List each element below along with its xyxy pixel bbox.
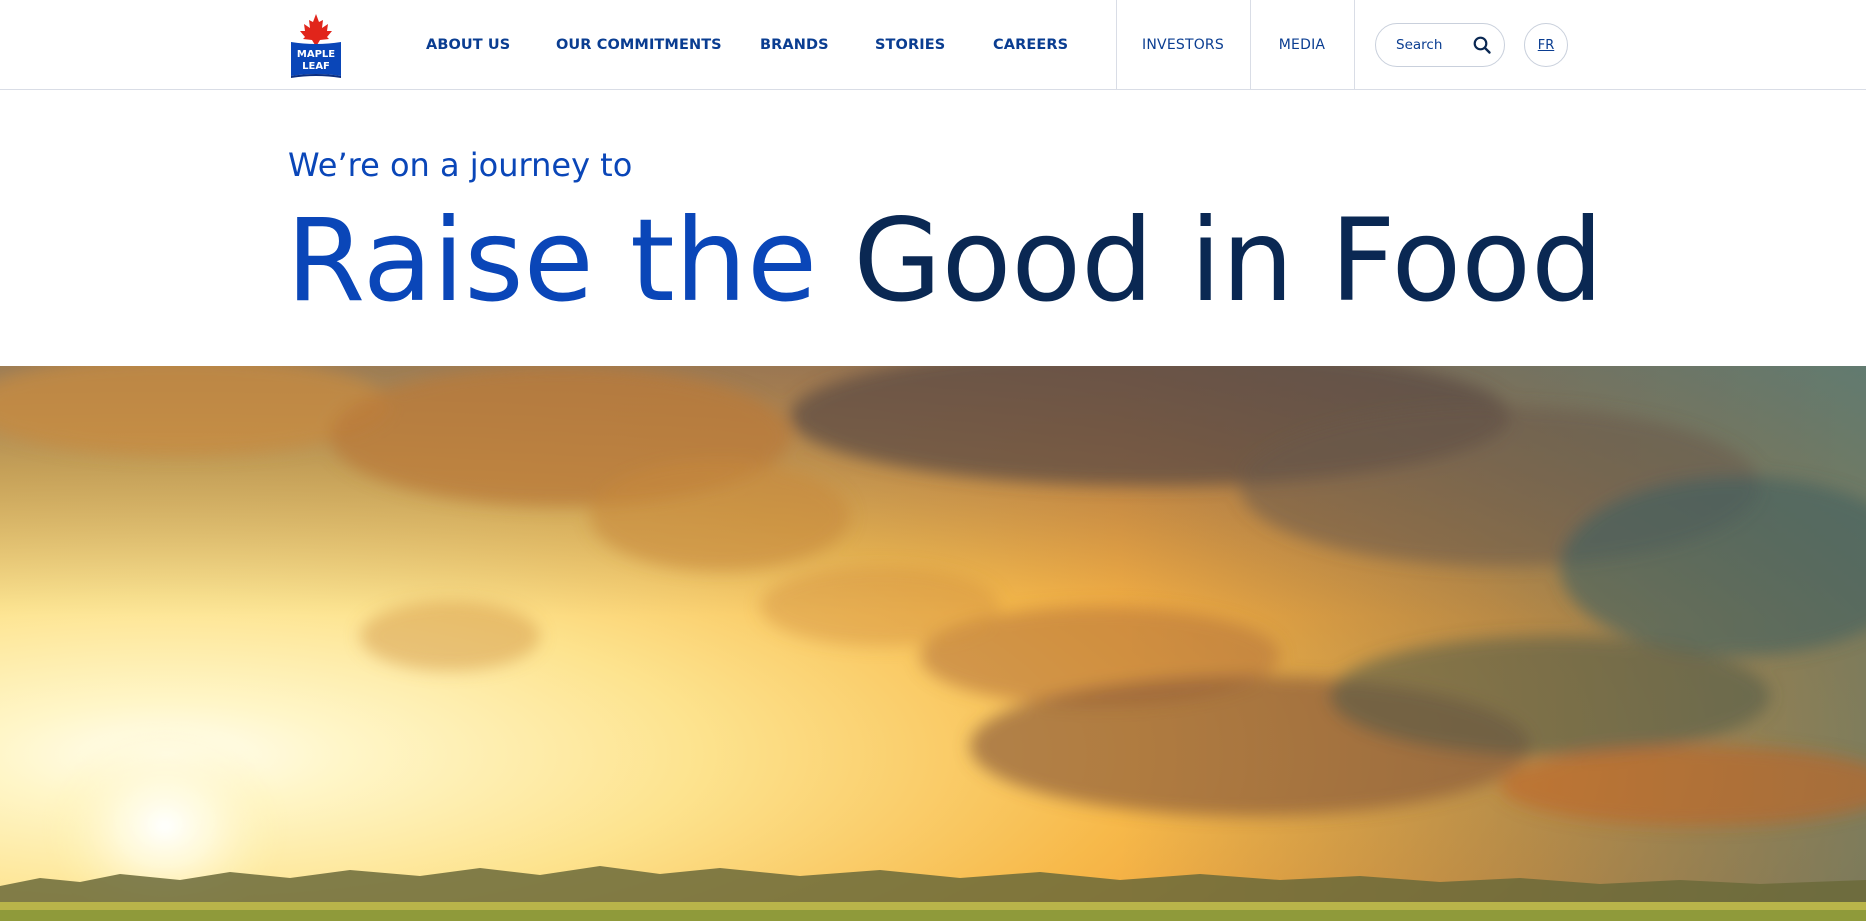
hero-headline: Raise the Good in Food (286, 196, 1603, 326)
headline-main: Good in Food (853, 194, 1604, 327)
search-icon[interactable] (1472, 35, 1492, 55)
maple-leaf-logo-icon: MAPLE LEAF (291, 14, 341, 78)
nav-stories[interactable]: STORIES (875, 37, 945, 53)
logo-text-line1: MAPLE (297, 49, 335, 60)
language-toggle-fr[interactable]: FR (1524, 23, 1568, 67)
nav-investors[interactable]: INVESTORS (1116, 0, 1250, 90)
nav-about-us[interactable]: ABOUT US (426, 37, 510, 53)
search-input[interactable] (1396, 37, 1470, 53)
nav-divider (1354, 0, 1355, 89)
site-header: MAPLE LEAF ABOUT US OUR COMMITMENTS BRAN… (0, 0, 1866, 90)
nav-careers[interactable]: CAREERS (993, 37, 1068, 53)
headline-highlight: Raise the (286, 194, 818, 327)
nav-our-commitments[interactable]: OUR COMMITMENTS (556, 37, 722, 53)
hero-eyebrow: We’re on a journey to (288, 146, 633, 184)
nav-brands[interactable]: BRANDS (760, 37, 829, 53)
nav-media[interactable]: MEDIA (1250, 0, 1354, 90)
maple-leaf-logo[interactable]: MAPLE LEAF (288, 12, 344, 80)
search-box[interactable] (1375, 23, 1505, 67)
logo-text-line2: LEAF (302, 61, 330, 72)
hero-image-sunset-field (0, 366, 1866, 921)
